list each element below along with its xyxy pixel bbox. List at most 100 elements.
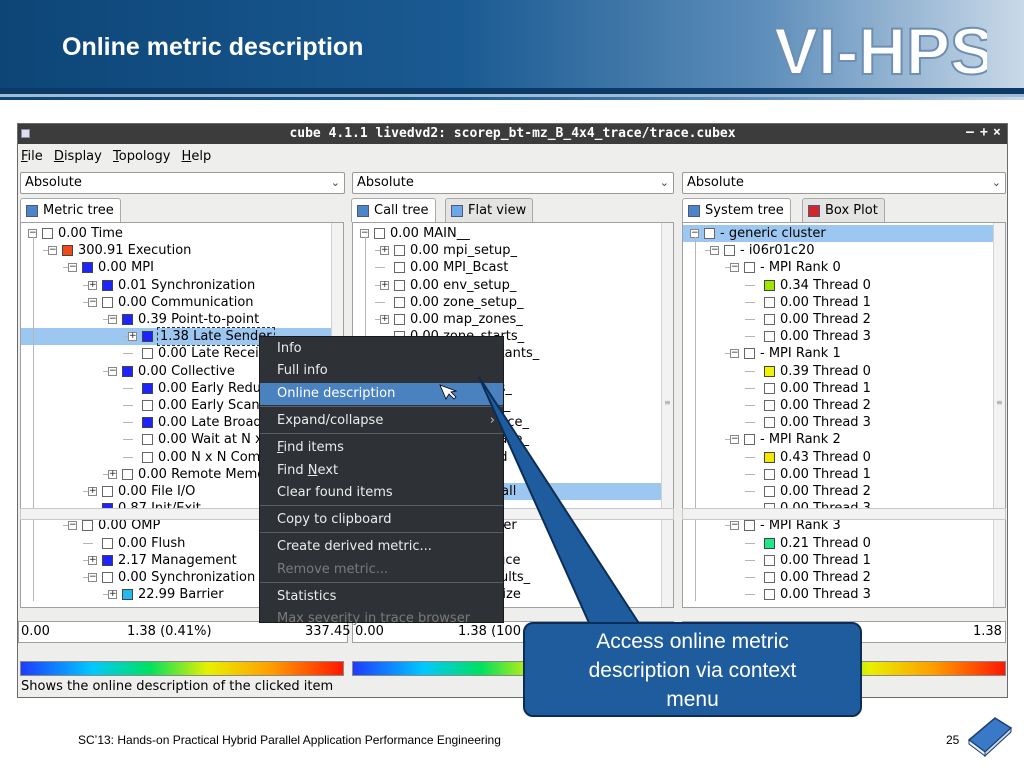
tree-row[interactable]: − 300.91 Execution (21, 242, 331, 259)
tree-row[interactable]: −0.00 MAIN__ (353, 225, 661, 242)
tree-row[interactable]: 0.00 Thread 1 (683, 552, 993, 569)
expand-toggle-icon[interactable]: + (88, 555, 97, 565)
menu-separator (260, 505, 503, 507)
call-mode-value: Absolute (357, 175, 414, 190)
context-menu-item-create-derived-metric[interactable]: Create derived metric... (260, 536, 503, 558)
row-checkbox (102, 486, 113, 497)
window-title: cube 4.1.1 livedvd2: scorep_bt-mz_B_4x4_… (289, 126, 736, 141)
tab-flat-view[interactable]: Flat view (445, 198, 534, 222)
tree-row[interactable]: −0.00 Time (21, 225, 331, 242)
tree-row[interactable]: 0.21 Thread 0 (683, 535, 993, 552)
system-vertical-scrollbar[interactable]: ≡ (993, 223, 1005, 607)
context-menu-item-clear-found-items[interactable]: Clear found items (260, 482, 503, 504)
collapse-toggle-icon[interactable]: − (108, 366, 117, 376)
expand-toggle-icon[interactable]: + (380, 246, 389, 256)
chevron-down-icon: ⌄ (991, 176, 1001, 189)
tree-row[interactable]: − - MPI Rank 1 (683, 345, 993, 362)
tab-box-plot[interactable]: Box Plot (802, 198, 885, 222)
severity-color-icon (764, 279, 775, 291)
menu-file[interactable]: File (18, 146, 47, 164)
tree-row[interactable]: − - generic cluster (683, 225, 993, 242)
tree-row[interactable]: 0.00 Thread 2 (683, 397, 993, 414)
expand-toggle-icon[interactable]: + (88, 280, 97, 290)
expand-toggle-icon[interactable]: + (128, 332, 137, 342)
tree-row[interactable]: 0.00 MPI_Bcast (353, 259, 661, 276)
tree-row[interactable]: +0.00 env_setup_ (353, 277, 661, 294)
collapse-toggle-icon[interactable]: − (710, 246, 719, 256)
minimize-button[interactable]: – (966, 125, 974, 140)
context-menu-item-expand-collapse[interactable]: Expand/collapse › (260, 410, 503, 432)
system-value-mode-select[interactable]: Absolute ⌄ (682, 172, 1006, 194)
tree-icon (26, 205, 38, 217)
expand-toggle-icon[interactable]: + (108, 590, 117, 600)
tree-row[interactable]: 0.00 Thread 1 (683, 466, 993, 483)
context-menu-item-copy-to-clipboard[interactable]: Copy to clipboard (260, 509, 503, 531)
tree-row[interactable]: − 0.39 Point-to-point (21, 311, 331, 328)
tree-row[interactable]: 0.00 Thread 3 (683, 328, 993, 345)
expand-toggle-icon[interactable]: + (88, 487, 97, 496)
tree-row[interactable]: − - MPI Rank 0 (683, 259, 993, 276)
window-titlebar[interactable]: cube 4.1.1 livedvd2: scorep_bt-mz_B_4x4_… (18, 124, 1007, 144)
tree-row[interactable]: +0.01 Synchronization (21, 277, 331, 294)
maximize-button[interactable]: + (980, 125, 988, 140)
tree-row[interactable]: +0.00 map_zones_ (353, 311, 661, 328)
close-button[interactable]: × (993, 125, 1001, 140)
call-value-mode-select[interactable]: Absolute ⌄ (352, 172, 674, 194)
tree-row[interactable]: 0.00 zone_setup_ (353, 294, 661, 311)
context-menu-item-full-info[interactable]: Full info (260, 360, 503, 382)
tree-row[interactable]: 0.00 Thread 1 (683, 380, 993, 397)
collapse-toggle-icon[interactable]: − (730, 435, 739, 445)
context-menu-item-find-items[interactable]: Find items (260, 437, 503, 459)
tree-row[interactable]: 0.43 Thread 0 (683, 449, 993, 466)
tree-row[interactable]: − - MPI Rank 2 (683, 431, 993, 448)
tab-call-tree[interactable]: Call tree (351, 198, 436, 222)
system-horizontal-scrollbar[interactable] (682, 508, 1006, 520)
context-menu-item-find-next[interactable]: Find Next (260, 460, 503, 482)
collapse-toggle-icon[interactable]: − (68, 263, 77, 273)
collapse-toggle-icon[interactable]: − (88, 297, 97, 307)
expand-toggle-icon[interactable]: + (380, 315, 389, 324)
menu-display[interactable]: Display (51, 146, 106, 164)
tree-row[interactable]: − - i06r01c20 (683, 242, 993, 259)
call-vertical-scrollbar[interactable]: ≡ (661, 223, 673, 607)
collapse-toggle-icon[interactable]: − (108, 315, 117, 324)
collapse-toggle-icon[interactable]: − (48, 246, 57, 256)
tree-connector (745, 387, 755, 389)
system-tree-panel[interactable]: ≡ − - generic cluster − - i06r01c20− - MPI R… (682, 222, 1006, 608)
tree-row[interactable]: +0.00 mpi_setup_ (353, 242, 661, 259)
tree-row[interactable]: 0.00 Thread 3 (683, 586, 993, 603)
metric-value-mode-select[interactable]: Absolute ⌄ (20, 172, 345, 194)
context-menu-item-info[interactable]: Info (260, 338, 503, 360)
expand-toggle-icon[interactable]: + (108, 469, 117, 479)
context-menu-item-online-description[interactable]: Online description (260, 382, 503, 405)
severity-color-icon (102, 554, 113, 566)
tree-connector (375, 267, 385, 269)
collapse-toggle-icon[interactable]: − (730, 349, 739, 359)
tree-row[interactable]: − 0.00 Communication (21, 294, 331, 311)
expand-toggle-icon[interactable]: + (380, 280, 389, 290)
tab-system-tree[interactable]: System tree (682, 198, 791, 222)
context-menu-item-statistics[interactable]: Statistics (260, 586, 503, 608)
row-checkbox (122, 468, 133, 480)
tree-row[interactable]: 0.00 Thread 3 (683, 414, 993, 431)
tree-row[interactable]: 0.34 Thread 0 (683, 277, 993, 294)
tree-row[interactable]: 0.00 Thread 2 (683, 569, 993, 586)
tab-metric-tree[interactable]: Metric tree (20, 198, 121, 222)
collapse-toggle-icon[interactable]: − (68, 521, 77, 531)
tree-row[interactable]: − 0.00 MPI (21, 259, 331, 276)
tree-row[interactable]: 0.00 Thread 2 (683, 483, 993, 500)
collapse-toggle-icon[interactable]: − (88, 573, 97, 582)
severity-color-icon (764, 365, 775, 377)
tree-row[interactable]: 0.00 Thread 2 (683, 311, 993, 328)
menu-help[interactable]: Help (179, 146, 216, 164)
tree-icon (357, 205, 369, 217)
collapse-toggle-icon[interactable]: − (730, 263, 739, 273)
collapse-toggle-icon[interactable]: − (730, 521, 739, 531)
header-band-light (0, 94, 1024, 97)
tree-row[interactable]: 0.39 Thread 0 (683, 363, 993, 380)
menu-topology[interactable]: Topology (110, 146, 174, 164)
tree-connector (745, 301, 755, 303)
row-checkbox (394, 296, 405, 308)
tree-row[interactable]: 0.00 Thread 1 (683, 294, 993, 311)
tree-connector (745, 422, 755, 424)
